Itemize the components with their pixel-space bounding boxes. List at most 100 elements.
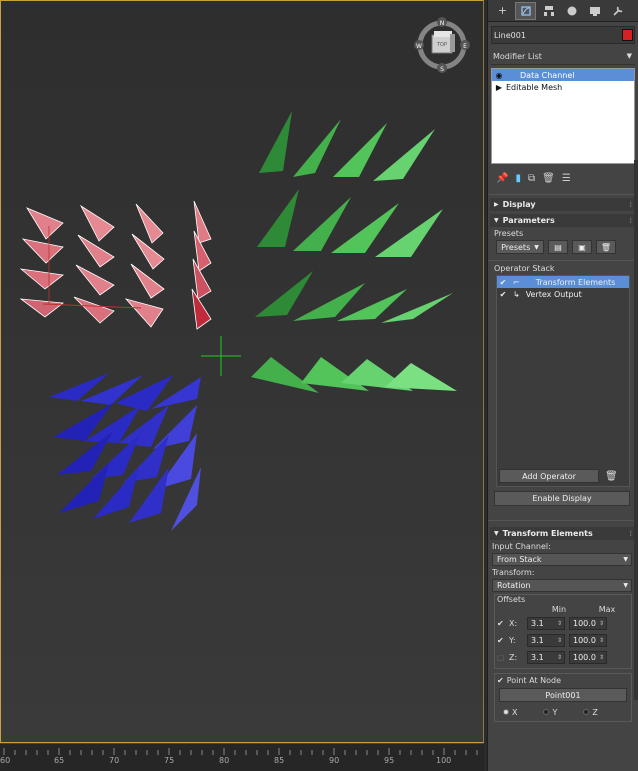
timeline-label: 75 <box>164 756 175 765</box>
save-preset-button[interactable]: ▣ <box>572 240 592 254</box>
checkbox-icon[interactable]: ▢ <box>497 653 505 662</box>
radio-z[interactable]: Z <box>583 708 598 717</box>
viewport-scene: N S W E TOP <box>19 17 470 531</box>
motion-icon[interactable] <box>561 2 582 20</box>
delete-operator-icon[interactable]: 🗑 <box>605 471 618 482</box>
spinner-value: 3.1 <box>531 619 544 628</box>
output-arrow-icon: ↳ <box>513 289 520 299</box>
utilities-icon[interactable] <box>607 2 628 20</box>
stack-item-editable-mesh[interactable]: ▶ Editable Mesh <box>492 81 634 93</box>
point-helper-icon[interactable] <box>201 336 241 376</box>
timeline-ruler[interactable]: 60 65 70 75 80 85 90 95 100 <box>0 743 484 771</box>
max-spinner[interactable]: 100.0 ⇕ <box>569 617 607 630</box>
axis-label: X: <box>509 619 518 628</box>
eye-icon[interactable]: ◉ <box>492 71 506 80</box>
input-channel-value: From Stack <box>497 555 542 564</box>
rollout-transform-elements[interactable]: ▼ Transform Elements ⁞ <box>490 527 636 540</box>
point-node-button[interactable]: Point001 <box>499 688 627 702</box>
modify-icon[interactable] <box>515 1 536 20</box>
delete-modifier-icon[interactable]: 🗑 <box>542 173 555 184</box>
max-spinner[interactable]: 100.0 ⇕ <box>569 634 607 647</box>
spinner-arrows-icon[interactable]: ⇕ <box>599 654 604 661</box>
max-label: Max <box>598 605 616 614</box>
add-operator-button[interactable]: Add Operator <box>499 469 599 483</box>
drag-handle-icon[interactable]: ⁞ <box>629 216 632 225</box>
rollout-parameters[interactable]: ▼ Parameters ⁞ <box>490 214 636 227</box>
axis-label: Y: <box>509 636 516 645</box>
hierarchy-icon[interactable] <box>538 2 559 20</box>
timeline-label: 70 <box>109 756 120 765</box>
display-icon[interactable] <box>584 2 605 20</box>
timeline-label: 65 <box>54 756 65 765</box>
configure-sets-icon[interactable]: ☰ <box>562 173 571 184</box>
checkbox-icon[interactable]: ✔ <box>497 636 505 645</box>
rollout-title: Display <box>502 200 536 209</box>
command-panel-tabs: + <box>488 0 638 22</box>
operator-label: Vertex Output <box>525 289 582 299</box>
spinner-arrows-icon[interactable]: ⇕ <box>557 620 562 627</box>
min-spinner[interactable]: 3.1 ⇕ <box>527 651 565 664</box>
checkbox-icon[interactable]: ✔ <box>497 619 505 628</box>
stack-item-label: Data Channel <box>520 70 575 80</box>
checkbox-icon[interactable]: ✔ <box>497 278 509 287</box>
stack-item-label: Editable Mesh <box>506 82 563 92</box>
divider <box>488 520 638 521</box>
perspective-viewport[interactable]: N S W E TOP <box>0 0 484 743</box>
compass-w: W <box>416 43 422 50</box>
operator-stack-list[interactable]: ✔ ⌐ Transform Elements ✔ ↳ Vertex Output… <box>496 275 630 487</box>
drag-handle-icon[interactable]: ⁞ <box>629 200 632 209</box>
operator-vertex-output[interactable]: ✔ ↳ Vertex Output <box>497 288 629 300</box>
spinner-value: 100.0 <box>573 619 596 628</box>
presets-dropdown[interactable]: Presets ▼ <box>496 240 544 254</box>
transform-dropdown[interactable]: Rotation ▼ <box>492 579 632 592</box>
spinner-arrows-icon[interactable]: ⇕ <box>599 620 604 627</box>
expand-triangle-icon[interactable]: ▶ <box>492 83 506 92</box>
checkbox-icon[interactable]: ✔ <box>497 290 509 299</box>
object-color-swatch[interactable] <box>622 29 633 41</box>
rollout-title: Parameters <box>502 216 555 225</box>
save-icon: ▣ <box>578 242 586 252</box>
compass-s: S <box>440 66 444 73</box>
spinner-arrows-icon[interactable]: ⇕ <box>557 637 562 644</box>
timeline-ticks <box>3 748 478 755</box>
stack-toolbar: 📌 ▮ ⧉ 🗑 ☰ <box>488 168 638 188</box>
modifier-list-dropdown[interactable]: Modifier List ▼ <box>491 48 635 65</box>
radio-dot-icon <box>543 709 550 715</box>
min-spinner[interactable]: 3.1 ⇕ <box>527 634 565 647</box>
modifier-stack[interactable]: ◉ Data Channel ▶ Editable Mesh <box>491 68 635 164</box>
collapse-triangle-icon: ▼ <box>494 530 499 537</box>
object-name-text: Line001 <box>494 30 526 40</box>
operator-stack-label: Operator Stack <box>494 264 555 273</box>
load-preset-button[interactable]: ▤ <box>548 240 568 254</box>
make-unique-icon[interactable]: ⧉ <box>528 173 535 184</box>
pin-stack-icon[interactable]: 📌 <box>496 173 508 184</box>
offset-row-y: ✔ Y: 3.1 ⇕ 100.0 ⇕ <box>495 632 631 649</box>
object-name-field[interactable]: Line001 <box>491 26 635 44</box>
offsets-group: Offsets Min Max ✔ X: 3.1 ⇕ 100.0 ⇕ ✔ Y: 3.… <box>494 594 632 669</box>
input-channel-dropdown[interactable]: From Stack ▼ <box>492 553 632 566</box>
min-spinner[interactable]: 3.1 ⇕ <box>527 617 565 630</box>
min-label: Min <box>551 605 567 614</box>
radio-dot-icon <box>583 709 590 715</box>
show-end-result-icon[interactable]: ▮ <box>515 173 521 184</box>
axis-label: Z: <box>509 653 518 662</box>
delete-preset-button[interactable]: 🗑 <box>596 240 616 254</box>
drag-handle-icon[interactable]: ⁞ <box>629 529 632 538</box>
spinner-arrows-icon[interactable]: ⇕ <box>557 654 562 661</box>
offset-row-x: ✔ X: 3.1 ⇕ 100.0 ⇕ <box>495 615 631 632</box>
stack-item-data-channel[interactable]: ◉ Data Channel <box>492 69 634 81</box>
radio-y[interactable]: Y <box>543 708 557 717</box>
panel-scrollbar[interactable] <box>634 160 638 700</box>
folder-icon: ▤ <box>554 242 562 252</box>
trash-icon: 🗑 <box>600 242 612 252</box>
spinner-value: 3.1 <box>531 653 544 662</box>
spinner-arrows-icon[interactable]: ⇕ <box>599 637 604 644</box>
checkbox-icon[interactable]: ✔ <box>497 676 504 685</box>
max-spinner[interactable]: 100.0 ⇕ <box>569 651 607 664</box>
spinner-value: 100.0 <box>573 653 596 662</box>
operator-transform-elements[interactable]: ✔ ⌐ Transform Elements <box>497 276 629 288</box>
create-icon[interactable]: + <box>492 2 513 20</box>
enable-display-button[interactable]: Enable Display <box>494 491 630 506</box>
radio-x[interactable]: X <box>503 708 517 717</box>
rollout-display[interactable]: ▶ Display ⁞ <box>490 198 636 211</box>
